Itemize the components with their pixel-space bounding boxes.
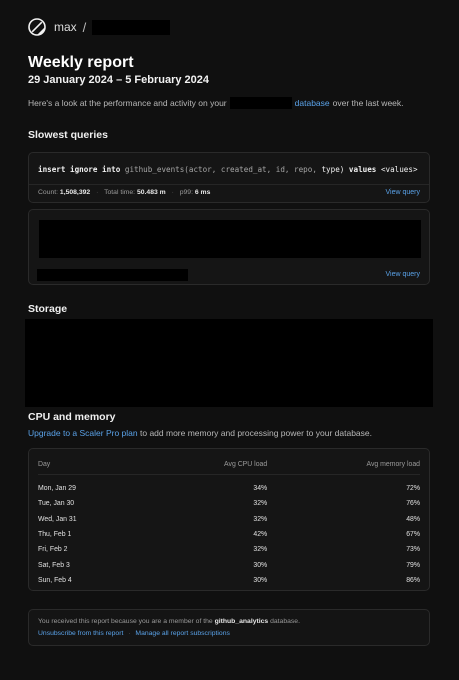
row-cpu: 30% — [253, 561, 268, 569]
slow-query-card-1: insert ignore into github_events(actor, … — [28, 152, 430, 203]
row-cpu: 34% — [253, 485, 268, 493]
row-memory: 76% — [406, 500, 420, 508]
query-values-placeholder: <values> — [380, 165, 418, 174]
table-row: Wed, Jan 31 32% 48% — [38, 512, 420, 527]
storage-heading: Storage — [28, 303, 68, 315]
footer-text-before: You received this report because you are… — [38, 618, 213, 625]
stat-separator: · — [171, 189, 174, 196]
manage-subscriptions-link[interactable]: Manage all report subscriptions — [135, 630, 229, 637]
upgrade-description: to add more memory and processing power … — [140, 428, 372, 438]
upgrade-plan-link[interactable]: Upgrade to a Scaler Pro plan — [28, 428, 138, 438]
table-row: Fri, Feb 2 32% 73% — [38, 542, 420, 557]
header: max / — [28, 16, 171, 38]
total-time-label: Total time: — [104, 189, 136, 196]
footer-database-name: github_analytics — [214, 618, 269, 625]
footer-links: Unsubscribe from this report · Manage al… — [38, 630, 230, 637]
row-day: Mon, Jan 29 — [38, 485, 76, 493]
view-query-link[interactable]: View query — [385, 189, 420, 196]
unsubscribe-link[interactable]: Unsubscribe from this report — [38, 630, 123, 637]
planetscale-logo-icon[interactable] — [28, 18, 46, 36]
row-memory: 48% — [406, 515, 420, 523]
weekly-report-page: max / Weekly report 29 January 2024 – 5 … — [0, 0, 459, 680]
breadcrumb-separator: / — [82, 19, 87, 35]
row-day: Sat, Feb 3 — [38, 561, 70, 569]
row-cpu: 30% — [253, 576, 268, 584]
intro-text-before: Here's a look at the performance and act… — [28, 98, 227, 108]
query-type-column: type) — [321, 165, 345, 174]
row-cpu: 42% — [253, 531, 268, 539]
table-row: Mon, Jan 29 34% 72% — [38, 475, 420, 497]
redacted-database-name-inline — [229, 97, 292, 109]
row-cpu: 32% — [253, 500, 268, 508]
upgrade-text: Upgrade to a Scaler Pro plan to add more… — [28, 428, 372, 438]
query-table: github_events(actor, created_at, id, rep… — [124, 165, 317, 174]
redacted-query-stats — [37, 269, 188, 281]
p99-value: 6 ms — [194, 189, 211, 196]
page-title: Weekly report — [28, 54, 134, 71]
intro-text-after: over the last week. — [332, 98, 404, 108]
redacted-database-name — [92, 19, 171, 35]
column-avg-memory: Avg memory load — [366, 460, 421, 468]
slowest-queries-heading: Slowest queries — [28, 129, 108, 141]
footer-text-after: database. — [270, 618, 300, 625]
row-memory: 73% — [406, 546, 420, 554]
row-day: Wed, Jan 31 — [38, 515, 77, 523]
cpu-memory-table-card: Day Avg CPU load Avg memory load Mon, Ja… — [28, 448, 430, 591]
table-row: Sun, Feb 4 30% 86% — [38, 573, 420, 588]
redacted-query-code — [39, 220, 421, 258]
query-keyword-insert: insert ignore into — [38, 165, 121, 174]
table-row: Sat, Feb 3 30% 79% — [38, 557, 420, 572]
total-time-value: 50.483 m — [136, 189, 166, 196]
row-day: Fri, Feb 2 — [38, 546, 68, 554]
query-stats: Count: 1,508,392 · Total time: 50.483 m … — [38, 189, 210, 196]
p99-label: p99: — [179, 189, 193, 196]
table-row: Thu, Feb 1 42% 67% — [38, 527, 420, 542]
stat-separator: · — [96, 189, 99, 196]
count-label: Count: — [38, 189, 59, 196]
row-memory: 86% — [406, 576, 420, 584]
row-memory: 67% — [406, 531, 420, 539]
database-link[interactable]: database — [295, 98, 330, 108]
redacted-storage-panel — [25, 319, 433, 407]
intro-text: Here's a look at the performance and act… — [28, 97, 404, 109]
footer-notice: You received this report because you are… — [38, 618, 300, 625]
query-keyword-values: values — [348, 165, 377, 174]
row-day: Tue, Jan 30 — [38, 500, 75, 508]
date-range: 29 January 2024 – 5 February 2024 — [28, 74, 210, 86]
query-code: insert ignore into github_events(actor, … — [38, 165, 418, 174]
row-memory: 72% — [406, 485, 420, 493]
column-avg-cpu: Avg CPU load — [224, 460, 268, 468]
row-cpu: 32% — [253, 546, 268, 554]
footer-card: You received this report because you are… — [28, 609, 430, 646]
count-value: 1,508,392 — [59, 189, 91, 196]
column-day: Day — [38, 460, 51, 468]
slow-query-card-2: View query — [28, 209, 430, 285]
table-header-row: Day Avg CPU load Avg memory load — [38, 458, 420, 475]
row-day: Sun, Feb 4 — [38, 576, 72, 584]
row-memory: 79% — [406, 561, 420, 569]
row-cpu: 32% — [253, 515, 268, 523]
row-day: Thu, Feb 1 — [38, 531, 72, 539]
user-name[interactable]: max — [54, 20, 77, 34]
view-query-link[interactable]: View query — [385, 271, 420, 278]
footer-link-separator: · — [128, 630, 131, 637]
cpu-memory-table: Day Avg CPU load Avg memory load Mon, Ja… — [38, 458, 420, 588]
table-row: Tue, Jan 30 32% 76% — [38, 496, 420, 511]
divider — [29, 184, 429, 185]
cpu-memory-heading: CPU and memory — [28, 411, 116, 423]
